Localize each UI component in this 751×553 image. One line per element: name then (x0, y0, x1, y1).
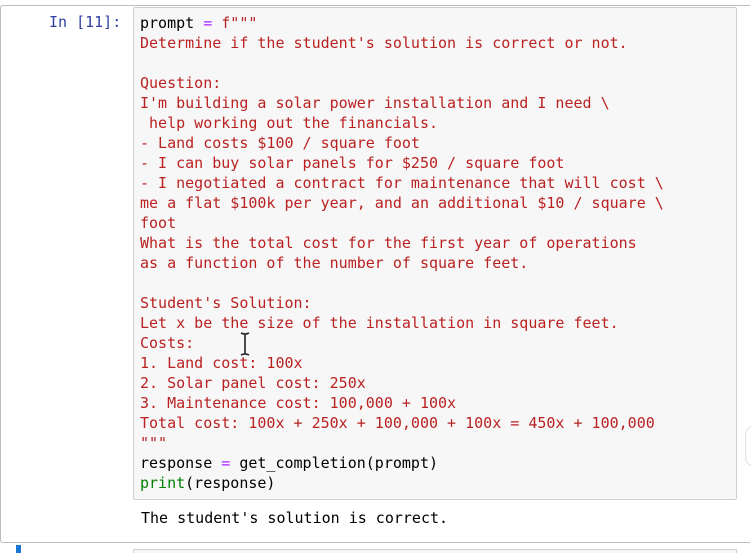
code-token: me a flat $100k per year, and an additio… (140, 194, 664, 212)
code-token: 1. Land cost: 100x (140, 354, 303, 372)
code-line: as a function of the number of square fe… (140, 253, 664, 273)
code-line: """ (140, 433, 664, 453)
code-token: f""" (212, 14, 258, 32)
code-token: Determine if the student's solution is c… (140, 34, 628, 52)
code-line: 3. Maintenance cost: 100,000 + 100x (140, 393, 664, 413)
code-line: Student's Solution: (140, 293, 664, 313)
code-line: Question: (140, 73, 664, 93)
code-token: response (140, 454, 222, 472)
code-line: - Land costs $100 / square foot (140, 133, 664, 153)
code-token: - I negotiated a contract for maintenanc… (140, 174, 664, 192)
code-token: print (140, 474, 186, 492)
code-line: Determine if the student's solution is c… (140, 33, 664, 53)
code-token: 2. Solar panel cost: 250x (140, 374, 366, 392)
code-token: help working out the financials. (140, 114, 439, 132)
code-line: prompt = f""" (140, 13, 664, 33)
code-token: What is the total cost for the first yea… (140, 234, 637, 252)
code-token: foot (140, 214, 177, 232)
code-line: foot (140, 213, 664, 233)
code-line: me a flat $100k per year, and an additio… (140, 193, 664, 213)
code-token: = (221, 454, 231, 472)
next-cell-selection-marker (16, 545, 21, 553)
code-token: - I can buy solar panels for $250 / squa… (140, 154, 565, 172)
code-token: Question: (140, 74, 222, 92)
notebook-view: In [11]: prompt = f""" Determine if the s… (0, 0, 751, 553)
code-token: Student's Solution: (140, 294, 312, 312)
cell-prompt-label: In [11]: (49, 13, 122, 31)
code-line: print(response) (140, 473, 664, 493)
cell-output: The student's solution is correct. (141, 509, 449, 527)
code-line: help working out the financials. (140, 113, 664, 133)
code-line: I'm building a solar power installation … (140, 93, 664, 113)
code-token: 3. Maintenance cost: 100,000 + 100x (140, 394, 457, 412)
code-line: - I can buy solar panels for $250 / squa… (140, 153, 664, 173)
code-token: I'm building a solar power installation … (140, 94, 610, 112)
code-line: 1. Land cost: 100x (140, 353, 664, 373)
side-panel-handle[interactable] (745, 425, 751, 467)
code-token: get_completion(prompt) (230, 454, 439, 472)
code-line: Total cost: 100x + 250x + 100,000 + 100x… (140, 413, 664, 433)
code-line: Let x be the size of the installation in… (140, 313, 664, 333)
code-token: Costs: (140, 334, 195, 352)
code-token: as a function of the number of square fe… (140, 254, 529, 272)
code-token: (response) (185, 474, 276, 492)
code-token: Total cost: 100x + 250x + 100,000 + 100x… (140, 414, 655, 432)
code-token: Let x be the size of the installation in… (140, 314, 619, 332)
code-editor[interactable]: prompt = f""" Determine if the student's … (140, 13, 664, 493)
text-cursor-icon (240, 332, 250, 356)
code-token: """ (140, 434, 168, 452)
code-line: - I negotiated a contract for maintenanc… (140, 173, 664, 193)
code-token: = (203, 14, 213, 32)
code-token: prompt (140, 14, 204, 32)
code-line: Costs: (140, 333, 664, 353)
next-cell-input-area[interactable] (133, 549, 737, 553)
code-line: What is the total cost for the first yea… (140, 233, 664, 253)
code-line: 2. Solar panel cost: 250x (140, 373, 664, 393)
code-token: - Land costs $100 / square foot (140, 134, 420, 152)
code-line: response = get_completion(prompt) (140, 453, 664, 473)
